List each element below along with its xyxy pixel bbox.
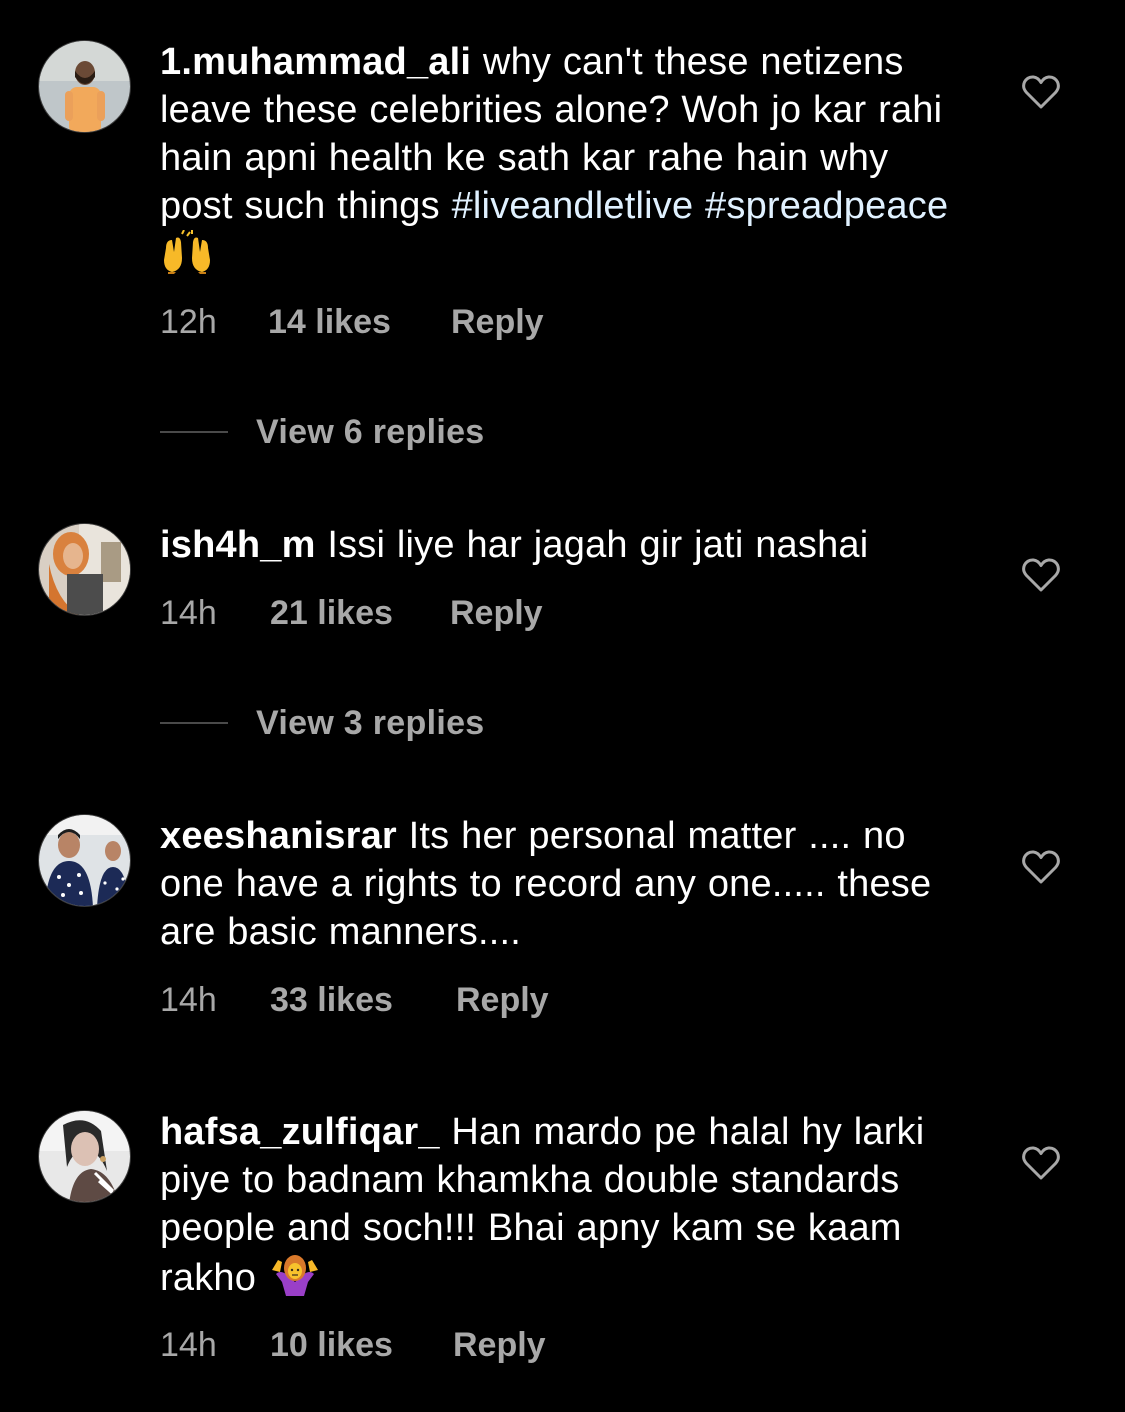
- view-replies-label[interactable]: View 6 replies: [256, 413, 485, 452]
- divider: [160, 431, 228, 433]
- view-replies-label[interactable]: View 3 replies: [256, 704, 485, 743]
- comment-username[interactable]: 1.muhammad_ali: [160, 41, 471, 83]
- comment-text: xeeshanisrar Its her personal matter ...…: [160, 812, 950, 956]
- raising-hands-icon: [160, 229, 214, 274]
- comment-likes[interactable]: 33 likes: [270, 980, 456, 1020]
- comment-text: ish4h_m Issi liye har jagah gir jati nas…: [160, 521, 950, 569]
- avatar[interactable]: [38, 523, 131, 616]
- heart-outline-icon[interactable]: [1021, 557, 1061, 593]
- comment-username[interactable]: xeeshanisrar: [160, 815, 397, 857]
- comment-time: 14h: [160, 594, 217, 632]
- comment-hashtags[interactable]: #liveandletlive #spreadpeace: [452, 185, 949, 227]
- person-shrugging-icon: [268, 1252, 322, 1296]
- reply-button[interactable]: Reply: [456, 980, 549, 1020]
- comment-time: 14h: [160, 1326, 217, 1364]
- comment-username[interactable]: hafsa_zulfiqar_: [160, 1111, 440, 1153]
- comment-meta: 14h 21 likes Reply: [160, 593, 543, 633]
- comment-time: 12h: [160, 303, 217, 341]
- divider: [160, 722, 228, 724]
- heart-outline-icon[interactable]: [1021, 74, 1061, 110]
- comment-meta: 14h 10 likes Reply: [160, 1325, 546, 1365]
- heart-outline-icon[interactable]: [1021, 1145, 1061, 1181]
- comment-username[interactable]: ish4h_m: [160, 524, 316, 566]
- comment-meta: 14h 33 likes Reply: [160, 980, 549, 1020]
- comment-likes[interactable]: 10 likes: [270, 1325, 453, 1365]
- comment-body: Issi liye har jagah gir jati nashai: [327, 524, 869, 566]
- comment-text: 1.muhammad_ali why can't these netizens …: [160, 38, 950, 280]
- comment-likes[interactable]: 14 likes: [268, 302, 451, 342]
- comment-meta: 12h 14 likes Reply: [160, 302, 544, 342]
- avatar[interactable]: [38, 40, 131, 133]
- avatar[interactable]: [38, 814, 131, 907]
- reply-button[interactable]: Reply: [450, 593, 543, 633]
- comment-likes[interactable]: 21 likes: [270, 593, 450, 633]
- heart-outline-icon[interactable]: [1021, 849, 1061, 885]
- comment-text: hafsa_zulfiqar_ Han mardo pe halal hy la…: [160, 1108, 950, 1302]
- comment-time: 14h: [160, 981, 217, 1019]
- reply-button[interactable]: Reply: [453, 1325, 546, 1365]
- view-replies-button[interactable]: View 6 replies: [160, 412, 485, 452]
- avatar[interactable]: [38, 1110, 131, 1203]
- reply-button[interactable]: Reply: [451, 302, 544, 342]
- view-replies-button[interactable]: View 3 replies: [160, 703, 485, 743]
